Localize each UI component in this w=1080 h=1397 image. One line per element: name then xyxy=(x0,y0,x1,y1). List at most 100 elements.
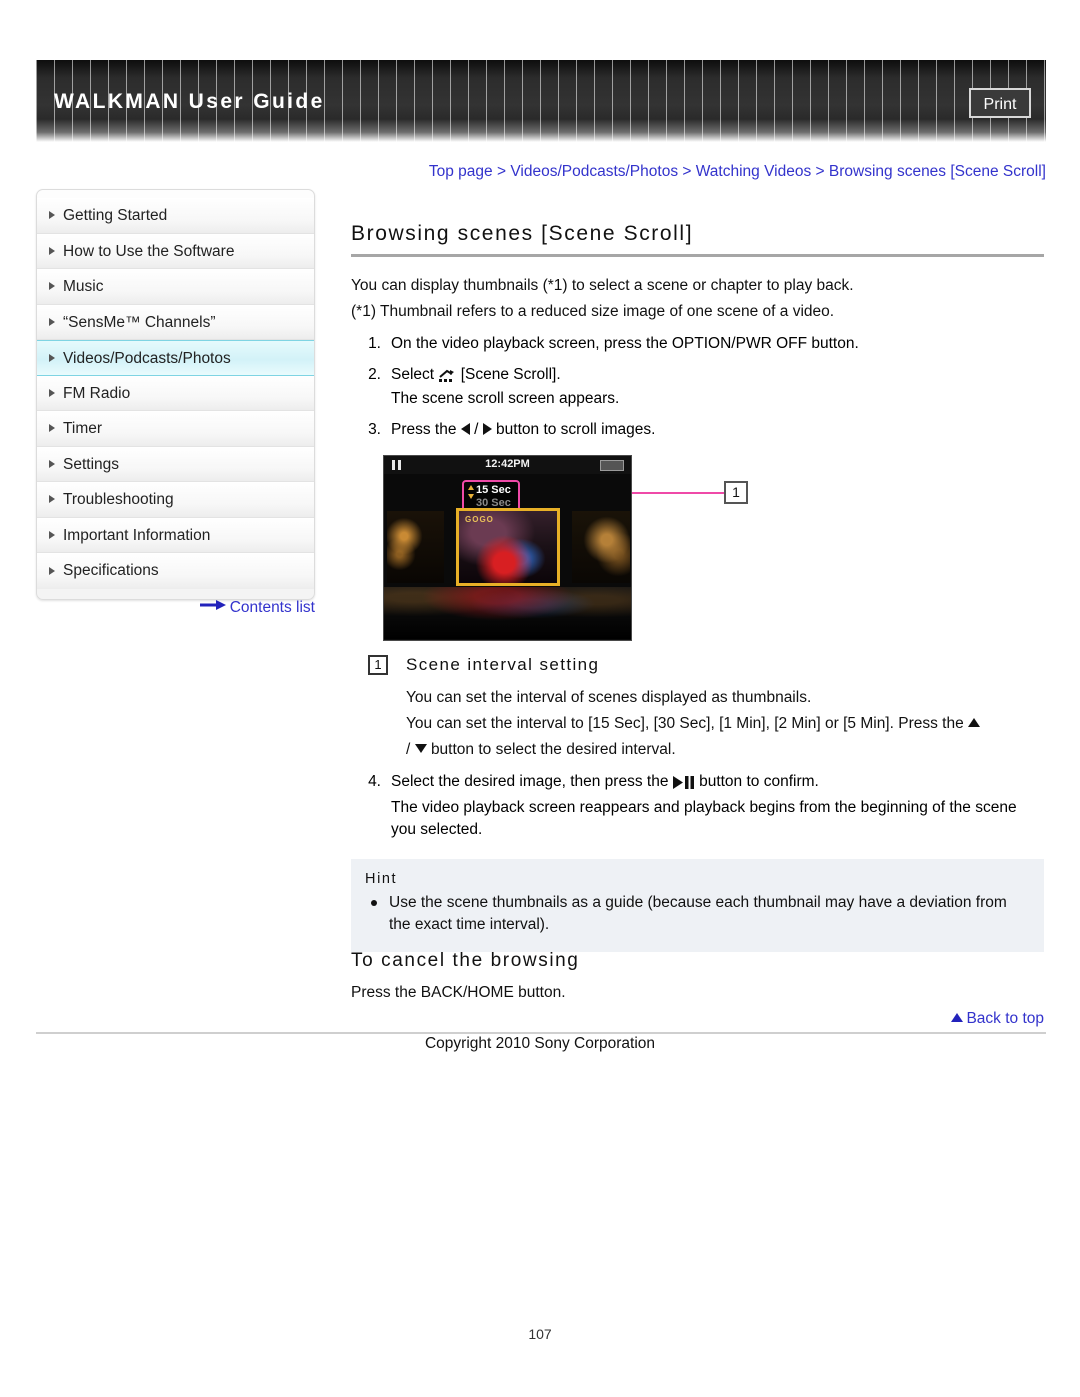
footer-divider xyxy=(36,1032,1046,1034)
hint-box: Hint Use the scene thumbnails as a guide… xyxy=(351,859,1044,952)
step-item-2: 2. Select [Scene Scroll]. The scene scro… xyxy=(351,364,1044,410)
chevron-right-icon xyxy=(49,317,55,326)
step-text-before: Select the desired image, then press the xyxy=(391,773,669,790)
interval-selected-value: 15 Sec xyxy=(476,484,511,496)
sidebar-item-label: Getting Started xyxy=(63,207,168,224)
sidebar-item-label: Music xyxy=(63,278,104,295)
callout-line-2-after: button to select the desired interval. xyxy=(430,741,676,758)
sidebar-item-label: Settings xyxy=(63,455,120,473)
footnote-paragraph: (*1) Thumbnail refers to a reduced size … xyxy=(351,303,835,320)
thumbnail-selected[interactable]: GOGO xyxy=(456,508,560,586)
chevron-right-icon xyxy=(49,459,55,468)
document-page: WALKMAN User Guide Print Top page > Vide… xyxy=(0,0,1080,1397)
sidebar-item-videos-podcasts-photos[interactable]: Videos/Podcasts/Photos xyxy=(37,340,314,376)
sidebar-item-fm-radio[interactable]: FM Radio xyxy=(37,375,314,411)
thumbnail-previous[interactable] xyxy=(387,511,444,583)
page-title: Browsing scenes [Scene Scroll] xyxy=(351,222,694,245)
thumbnail-banner-text: GOGO xyxy=(465,515,494,524)
sidebar-item-sensme-channels[interactable]: “SensMe™ Channels” xyxy=(37,304,314,340)
callout-number-badge: 1 xyxy=(724,481,748,504)
site-title: WALKMAN User Guide xyxy=(54,90,325,113)
breadcrumb-item-top-page[interactable]: Top page xyxy=(429,163,493,180)
breadcrumb-item-current: Browsing scenes [Scene Scroll] xyxy=(828,163,1046,180)
breadcrumb-item-watching-videos[interactable]: Watching Videos xyxy=(696,163,811,180)
copyright-text: Copyright 2010 Sony Corporation xyxy=(424,1035,656,1052)
bullet-icon xyxy=(371,900,377,906)
callout-description-section: 1 Scene interval setting You can set the… xyxy=(351,655,1044,763)
sidebar-item-specifications[interactable]: Specifications xyxy=(37,553,314,589)
breadcrumb-separator: > xyxy=(492,163,511,180)
step-number: 4. xyxy=(368,773,381,790)
arrow-right-icon xyxy=(199,598,226,616)
step-item-3: 3. Press the / button to scroll images. xyxy=(351,419,1044,441)
contents-list-link[interactable]: Contents list xyxy=(36,599,315,617)
breadcrumb-item-videos-podcasts-photos[interactable]: Videos/Podcasts/Photos xyxy=(510,163,678,180)
step-number: 2. xyxy=(368,366,381,383)
arrow-up-icon xyxy=(968,718,981,728)
sidebar-item-timer[interactable]: Timer xyxy=(37,411,314,447)
hint-item-text: Use the scene thumbnails as a guide (bec… xyxy=(389,894,1007,933)
back-to-top-label: Back to top xyxy=(966,1010,1044,1027)
main-content: Browsing scenes [Scene Scroll] You can d… xyxy=(351,222,1044,450)
sidebar-item-getting-started[interactable]: Getting Started xyxy=(37,198,314,234)
sidebar-item-troubleshooting[interactable]: Troubleshooting xyxy=(37,482,314,518)
sidebar-item-label: Important Information xyxy=(63,526,211,544)
breadcrumb: Top page > Videos/Podcasts/Photos > Watc… xyxy=(36,163,1046,181)
chevron-right-icon xyxy=(49,353,55,362)
chevron-right-icon xyxy=(49,282,55,291)
arrow-right-icon xyxy=(482,422,492,435)
scene-scroll-icon xyxy=(438,367,456,382)
sidebar-item-settings[interactable]: Settings xyxy=(37,446,314,482)
chevron-right-icon xyxy=(49,566,55,575)
thumbnail-next[interactable] xyxy=(572,511,630,583)
chevron-right-icon xyxy=(49,424,55,433)
step-number: 1. xyxy=(368,335,381,352)
chevron-right-icon xyxy=(49,246,55,255)
sidebar-item-label: Timer xyxy=(63,420,103,437)
sidebar-item-label: Specifications xyxy=(63,562,159,579)
sidebar-nav: Getting Started How to Use the Software … xyxy=(36,189,315,600)
back-to-top-link[interactable]: Back to top xyxy=(951,1010,1044,1028)
sidebar-item-music[interactable]: Music xyxy=(37,269,314,305)
step-4-row: 4. Select the desired image, then press … xyxy=(351,771,1044,841)
print-button[interactable]: Print xyxy=(969,88,1031,118)
steps-list: 1. On the video playback screen, press t… xyxy=(351,333,1044,441)
section-paragraph: Press the BACK/HOME button. xyxy=(351,984,566,1001)
breadcrumb-separator: > xyxy=(811,163,829,180)
device-clock: 12:42PM xyxy=(485,458,530,470)
callout-body: You can set the interval of scenes displ… xyxy=(351,685,1044,763)
step-item-1: 1. On the video playback screen, press t… xyxy=(351,333,1044,355)
sidebar-item-label: FM Radio xyxy=(63,384,131,402)
callout-heading: 1 Scene interval setting xyxy=(351,655,1044,675)
step-text-before: Select xyxy=(391,366,435,383)
chevron-right-icon xyxy=(49,388,55,397)
step-number: 3. xyxy=(368,421,381,438)
chevron-right-icon xyxy=(49,530,55,539)
chevron-right-icon xyxy=(49,495,55,504)
step-text: On the video playback screen, press the … xyxy=(391,335,859,352)
callout-title: Scene interval setting xyxy=(406,655,600,674)
sidebar-item-important-information[interactable]: Important Information xyxy=(37,517,314,553)
section-heading: To cancel the browsing xyxy=(351,950,580,971)
step-text-before: Press the xyxy=(391,421,457,438)
device-screenshot-figure: 12:42PM 15 Sec 30 Sec GOGO 1 xyxy=(383,455,748,641)
callout-line-2-separator: / xyxy=(406,741,411,758)
sidebar-item-how-to-use-the-software[interactable]: How to Use the Software xyxy=(37,233,314,269)
device-screen: 12:42PM 15 Sec 30 Sec GOGO xyxy=(383,455,632,641)
page-number: 107 xyxy=(528,1326,552,1342)
callout-line-1: You can set the interval of scenes displ… xyxy=(406,689,812,706)
callout-line-2: You can set the interval to [15 Sec], [3… xyxy=(406,711,1044,763)
chevron-right-icon xyxy=(49,211,55,220)
sidebar-item-label: Videos/Podcasts/Photos xyxy=(63,350,231,367)
arrow-up-icon xyxy=(468,485,474,490)
step-item-4: 4. Select the desired image, then press … xyxy=(351,771,1044,841)
arrow-up-icon xyxy=(951,1013,964,1023)
callout-marker: 1 xyxy=(368,655,388,675)
step-icon-separator: / xyxy=(474,421,479,438)
arrow-left-icon xyxy=(460,422,470,435)
step-text-after: button to scroll images. xyxy=(496,421,656,438)
step-text-after: button to confirm. xyxy=(699,773,819,790)
title-divider xyxy=(351,254,1044,257)
hint-title: Hint xyxy=(365,871,398,887)
device-status-bar: 12:42PM xyxy=(384,456,631,474)
